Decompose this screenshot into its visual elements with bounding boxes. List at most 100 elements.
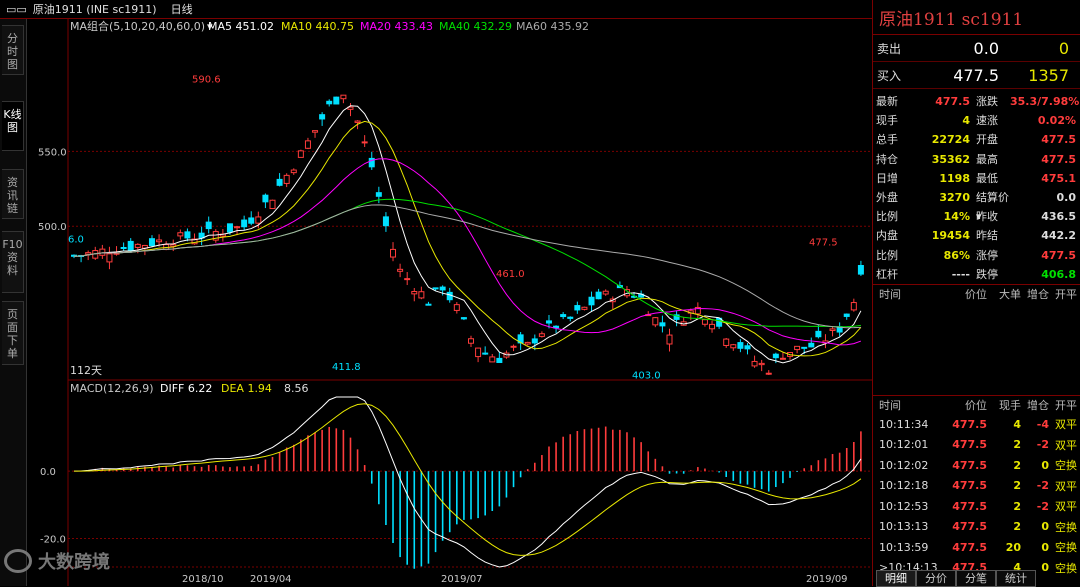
quote-grid: 最新 477.5 涨跌 35.3/7.98% 现手 4 速涨 0.02% 总手 22724 开盘 47… xyxy=(873,92,1080,284)
candle-body xyxy=(425,303,432,306)
tick-header-top: 时间 价位 大单 增仓 开平 xyxy=(873,283,1080,303)
candle-body xyxy=(489,356,496,363)
tick-cell: 10:12:02 xyxy=(879,458,929,472)
tab-stats[interactable]: 统计 xyxy=(996,570,1036,587)
quote-label: 速涨 xyxy=(976,114,998,128)
candle-body xyxy=(134,243,141,248)
macd-dea-line xyxy=(73,403,862,556)
quote-value: 35362 xyxy=(931,152,970,166)
candle-body xyxy=(241,219,248,228)
quote-label[interactable]: 结算价▾ xyxy=(970,188,1010,223)
tick-cell: 10:12:18 xyxy=(879,479,929,493)
candle-body xyxy=(765,372,772,375)
tab-f10[interactable]: F10资料 xyxy=(2,231,24,293)
ma-legend-title: MA组合(5,10,20,40,60,0) xyxy=(70,19,205,33)
tab-time-chart[interactable]: 分时图 xyxy=(2,25,24,75)
period-selector[interactable]: 日线 xyxy=(171,1,193,17)
quote-label: 内盘 xyxy=(876,229,898,243)
candle-body xyxy=(411,291,418,295)
quote-value: 475.1 xyxy=(1041,171,1076,185)
candle-body xyxy=(439,286,446,291)
tick-cell: 477.5 xyxy=(952,499,987,513)
candle-body xyxy=(312,130,319,133)
tick-cell: 0 xyxy=(1041,520,1049,534)
macd-tick-label: -20.0 xyxy=(40,535,66,546)
tick-cell: 双平 xyxy=(1055,418,1077,432)
tick-cell: -2 xyxy=(1036,479,1049,493)
candle-body xyxy=(709,323,716,330)
tick-header: 时间 价位 现手 增仓 开平 xyxy=(873,396,1080,414)
quote-label: 最新 xyxy=(876,95,898,108)
tab-detail[interactable]: 明细 xyxy=(876,570,916,587)
window-title: 原油1911 (INE sc1911) xyxy=(32,3,157,16)
tick-row[interactable]: 10:12:18 477.5 2 -2 双平 xyxy=(873,475,1080,496)
quote-value: 477.5 xyxy=(935,95,970,108)
quote-panel: 原油1911 sc1911 卖出 0.0 0 买入 477.5 1357 最新 4… xyxy=(872,0,1080,586)
candle-body xyxy=(432,287,439,290)
quote-title-bar: 原油1911 sc1911 xyxy=(873,0,1080,35)
candle-body xyxy=(127,240,134,251)
candle-body xyxy=(744,345,751,350)
quote-label: 比例 xyxy=(876,210,898,224)
candle-body xyxy=(319,114,326,120)
quote-label: 总手 xyxy=(876,133,898,147)
candle-body xyxy=(446,291,453,301)
candle-body xyxy=(751,360,758,367)
candle-body xyxy=(177,232,184,237)
buy-price: 477.5 xyxy=(953,65,999,85)
tick-cell: 477.5 xyxy=(952,540,987,554)
quote-value: 0.02% xyxy=(1037,114,1076,128)
tick-cell: -4 xyxy=(1036,417,1049,431)
tick-cell: 双平 xyxy=(1055,438,1077,452)
macd-legend-title: MACD(12,26,9) xyxy=(70,382,154,395)
candle-body xyxy=(170,244,177,247)
candle-body xyxy=(581,306,588,310)
candle-body xyxy=(297,150,304,158)
quote-value: 22724 xyxy=(931,133,970,147)
buy-row[interactable]: 买入 477.5 1357 xyxy=(873,62,1080,89)
window-icon[interactable]: ▭▭ xyxy=(6,3,27,16)
candle-body xyxy=(843,313,850,317)
kline-chart-area[interactable]: 550.0 500.0 0.0 -20.0 2018/10 2019/04 2019/07 2… xyxy=(26,19,872,586)
quote-label: 比例 xyxy=(876,248,898,262)
tick-cell: 477.5 xyxy=(952,417,987,431)
tick-row[interactable]: 10:12:53 477.5 2 -2 双平 xyxy=(873,496,1080,517)
tick-list[interactable]: 10:11:34 477.5 4 -4 双平 10:12:01 477.5 2 -2 双平 10:1… xyxy=(873,414,1080,578)
candle-body xyxy=(418,291,425,299)
tab-news[interactable]: 资讯链 xyxy=(2,169,24,219)
left-tab-bar: 分时图 K线图 资讯链 F10资料 页面下单 xyxy=(0,19,27,586)
candle-body xyxy=(815,330,822,338)
quote-value: 4 xyxy=(962,114,970,128)
ma60-legend: MA60 435.92 xyxy=(516,20,589,33)
quote-label: 开盘 xyxy=(976,133,998,147)
tick-cell: 477.5 xyxy=(952,520,987,534)
tab-kline-chart[interactable]: K线图 xyxy=(2,101,24,151)
tick-row[interactable]: 10:11:34 477.5 4 -4 双平 xyxy=(873,414,1080,435)
tick-row[interactable]: 10:13:59 477.5 20 0 空换 xyxy=(873,537,1080,558)
tab-order[interactable]: 页面下单 xyxy=(2,301,24,365)
tick-cell: 2 xyxy=(1013,499,1021,513)
tick-cell: 空换 xyxy=(1055,541,1077,555)
tab-price-dist[interactable]: 分价 xyxy=(916,570,956,587)
sell-row[interactable]: 卖出 0.0 0 xyxy=(873,35,1080,62)
candle-body xyxy=(333,96,340,105)
candle-body xyxy=(560,314,567,318)
sell-price: 0.0 xyxy=(973,38,999,58)
quote-label: 杠杆 xyxy=(876,267,898,281)
buy-volume: 1357 xyxy=(1028,65,1069,85)
quote-label: 持仓 xyxy=(876,152,898,166)
candle-body xyxy=(283,174,290,184)
tab-trades[interactable]: 分笔 xyxy=(956,570,996,587)
bottom-tab-bar: 明细 分价 分笔 统计 xyxy=(876,570,1036,587)
tick-column-header: 时间 xyxy=(879,287,901,301)
ma40-line xyxy=(73,198,861,328)
candle-body xyxy=(460,317,467,320)
tick-cell: 空换 xyxy=(1055,561,1077,575)
big-order-list[interactable] xyxy=(873,303,1080,396)
macd-value-legend: 8.56 xyxy=(284,382,309,395)
macd-dea-legend: DEA 1.94 xyxy=(221,382,272,395)
tick-row[interactable]: 10:12:01 477.5 2 -2 双平 xyxy=(873,434,1080,455)
tick-row[interactable]: 10:13:13 477.5 2 0 空换 xyxy=(873,516,1080,537)
tick-row[interactable]: 10:12:02 477.5 2 0 空换 xyxy=(873,455,1080,476)
candle-body xyxy=(226,223,233,233)
